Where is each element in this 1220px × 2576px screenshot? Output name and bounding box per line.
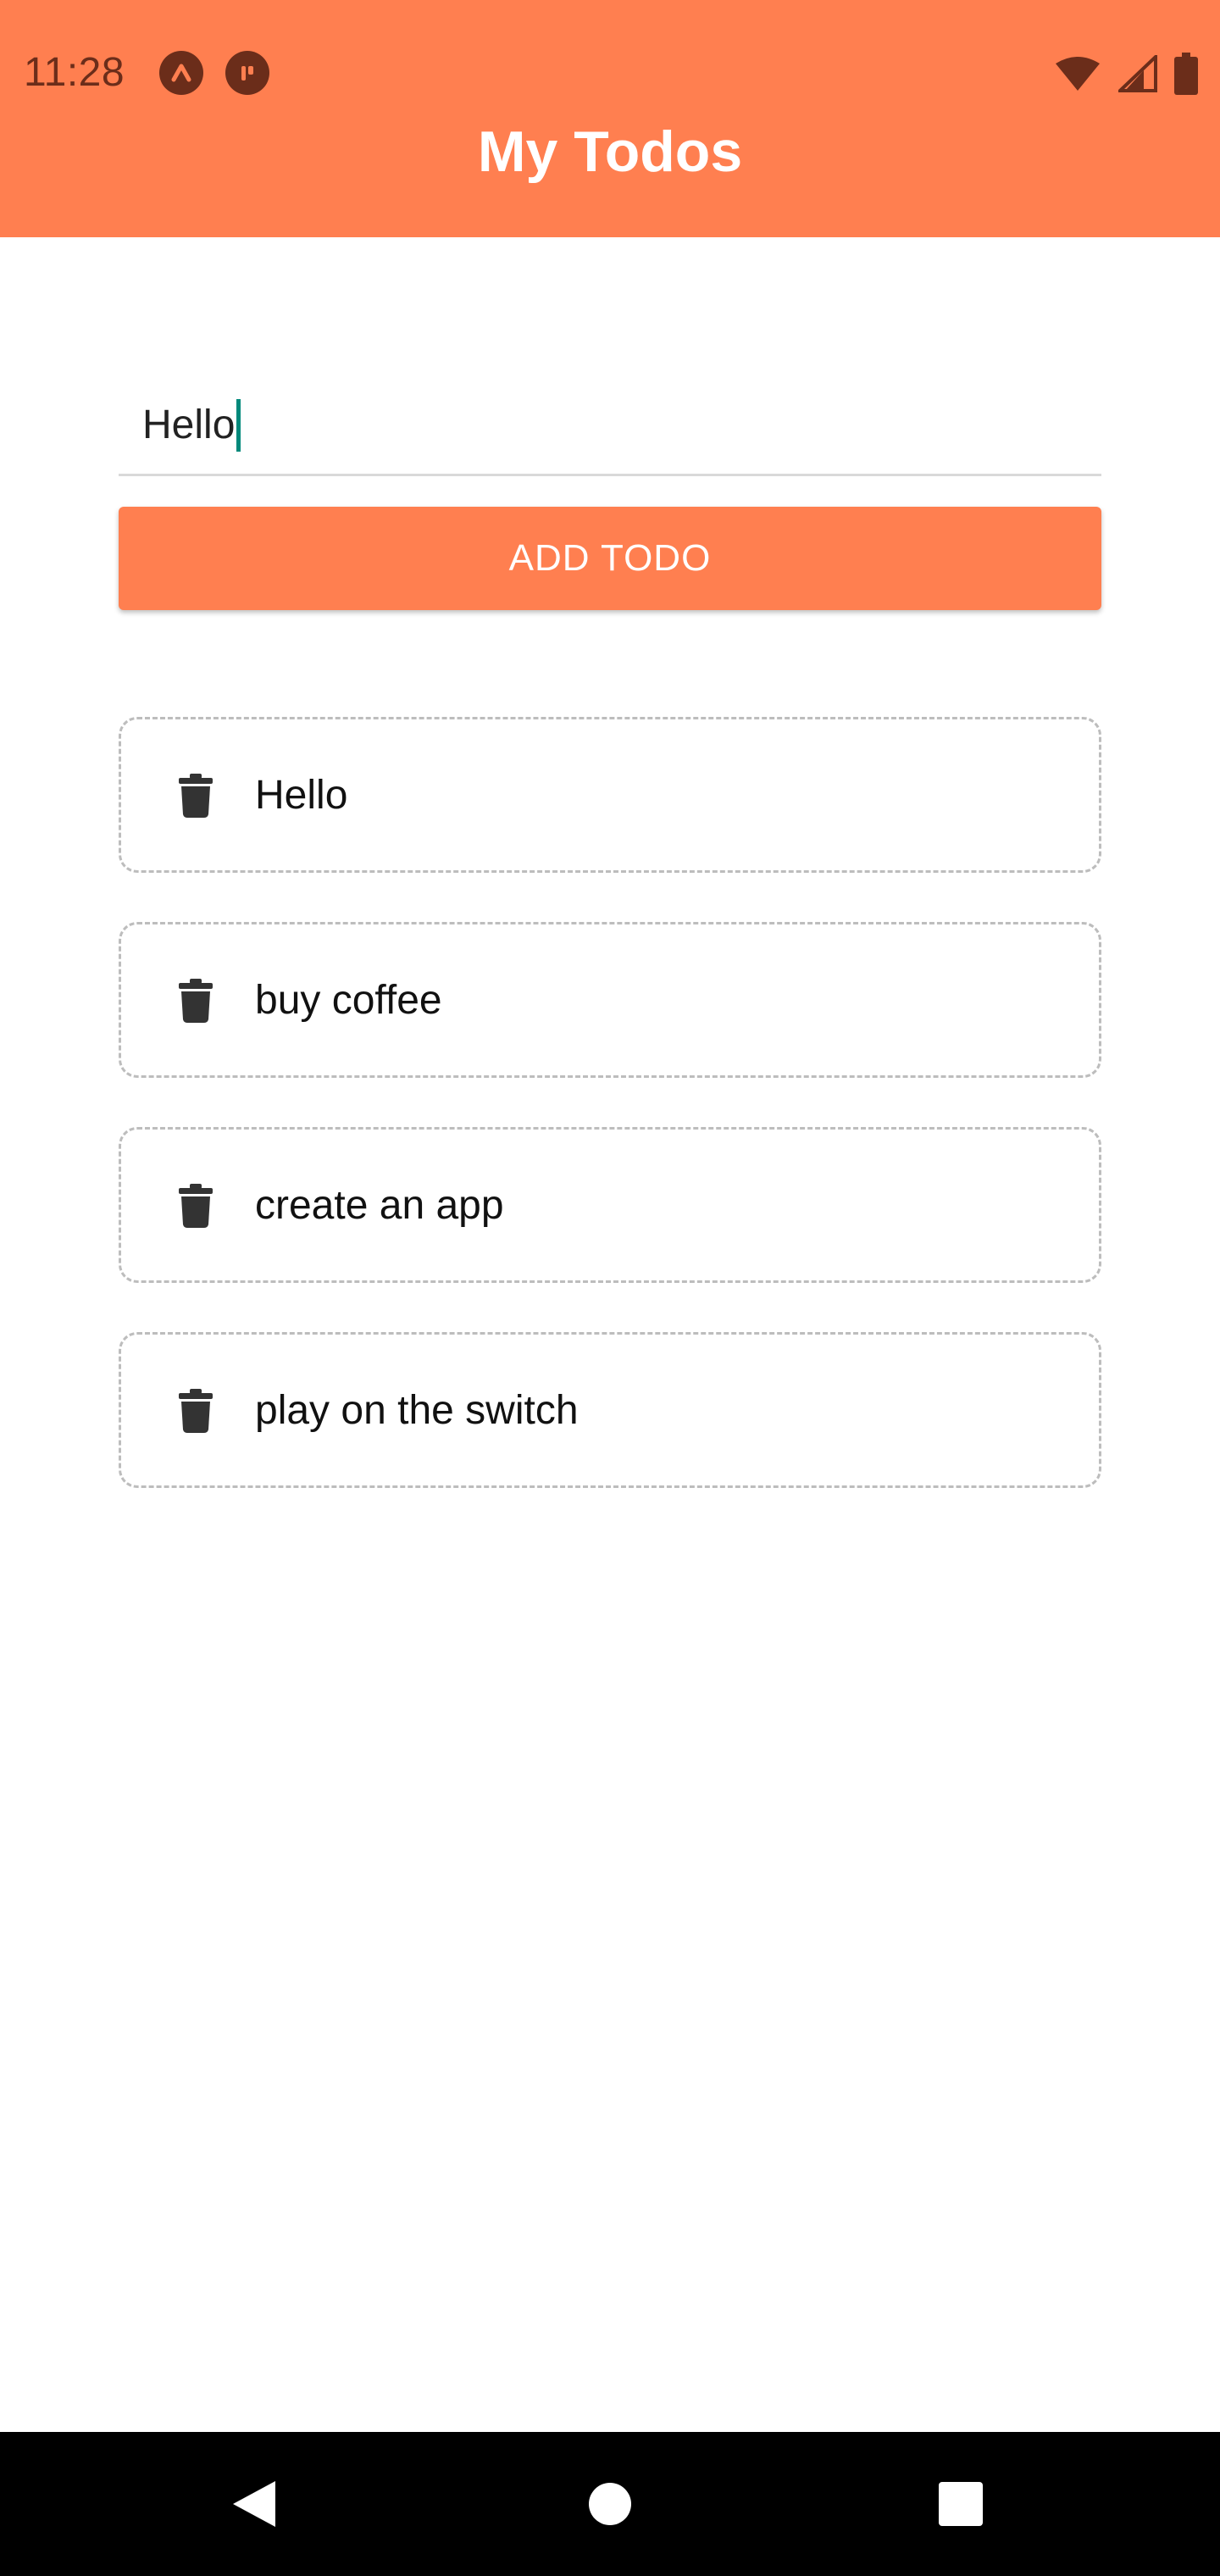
todo-item-text: buy coffee — [255, 977, 442, 1023]
home-circle-icon — [589, 2483, 631, 2525]
todo-input-text[interactable]: Hello — [142, 391, 241, 459]
page-title: My Todos — [477, 119, 743, 184]
trash-icon[interactable] — [179, 1184, 213, 1228]
todo-item-text: Hello — [255, 772, 348, 818]
add-todo-button[interactable]: ADD TODO — [119, 507, 1101, 610]
app-notification-icon — [225, 51, 269, 95]
todo-item[interactable]: buy coffee — [119, 922, 1101, 1078]
todo-item-text: create an app — [255, 1182, 504, 1228]
todo-input-value: Hello — [142, 402, 236, 447]
trash-icon[interactable] — [179, 774, 213, 818]
trash-icon[interactable] — [179, 1389, 213, 1433]
text-cursor — [236, 399, 241, 452]
todo-item[interactable]: create an app — [119, 1127, 1101, 1283]
app-header: 11:28 My Todos — [0, 0, 1220, 237]
system-nav-bar — [0, 2432, 1220, 2576]
trash-icon[interactable] — [179, 979, 213, 1023]
cellular-signal-icon — [1118, 55, 1157, 92]
nav-home-button[interactable] — [525, 2432, 695, 2576]
nav-recents-button[interactable] — [876, 2432, 1045, 2576]
nav-back-button[interactable] — [169, 2432, 339, 2576]
status-icons — [1054, 53, 1198, 95]
todo-item[interactable]: Hello — [119, 717, 1101, 873]
battery-icon — [1174, 53, 1198, 95]
back-triangle-icon — [233, 2481, 275, 2527]
status-time: 11:28 — [24, 50, 125, 95]
app-screen: 11:28 My Todos Hello ADD TODO Hello buy … — [0, 0, 1220, 2576]
todo-input[interactable]: Hello — [119, 373, 1101, 476]
todo-item-text: play on the switch — [255, 1387, 579, 1433]
wifi-icon — [1056, 57, 1100, 91]
todo-list: Hello buy coffee create an app play on t… — [119, 717, 1101, 1537]
expo-notification-icon — [159, 51, 203, 95]
todo-item[interactable]: play on the switch — [119, 1332, 1101, 1488]
recents-square-icon — [939, 2482, 983, 2526]
